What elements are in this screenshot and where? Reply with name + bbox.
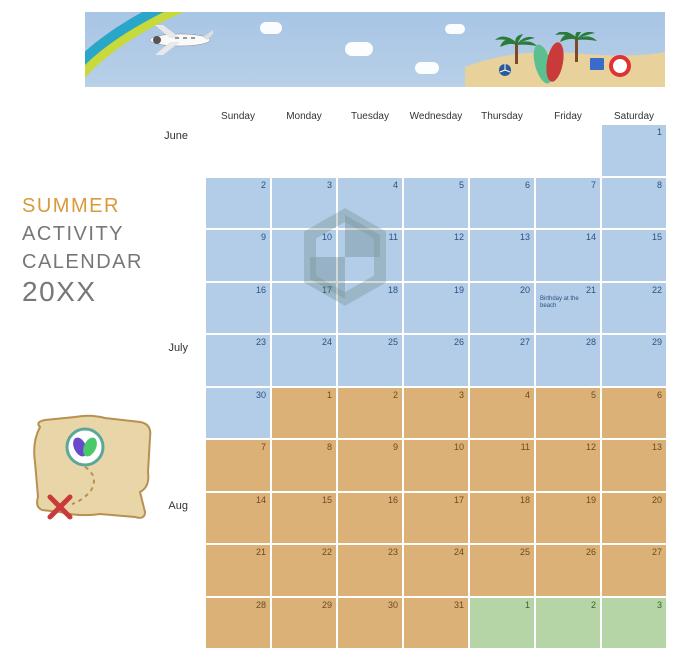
calendar-cell: 29 <box>601 334 667 387</box>
calendar-cell: 6 <box>601 387 667 440</box>
calendar-cell: 3 <box>403 387 469 440</box>
cloud-icon <box>415 62 439 74</box>
calendar-cell: 15 <box>601 229 667 282</box>
calendar-cell: 2 <box>337 387 403 440</box>
calendar-cell: 20 <box>601 492 667 545</box>
calendar-cell <box>271 124 337 177</box>
calendar-cell: 2 <box>535 597 601 649</box>
calendar-row: 9101112131415 <box>205 229 667 282</box>
calendar-cell: 25 <box>469 544 535 597</box>
calendar-cell: 23 <box>337 544 403 597</box>
header-banner <box>85 12 665 87</box>
calendar-cell: 29 <box>271 597 337 649</box>
calendar-cell: 26 <box>403 334 469 387</box>
calendar-cell: 9 <box>205 229 271 282</box>
calendar-row: 14151617181920 <box>205 492 667 545</box>
calendar-cell: 16 <box>337 492 403 545</box>
calendar-cell: 31 <box>403 597 469 649</box>
calendar-cell: 10 <box>403 439 469 492</box>
calendar-cell: 12 <box>403 229 469 282</box>
calendar-cell: 13 <box>601 439 667 492</box>
calendar-cell: 15 <box>271 492 337 545</box>
calendar-cell: 28 <box>205 597 271 649</box>
calendar-cell: 21 <box>205 544 271 597</box>
calendar-cell <box>205 124 271 177</box>
calendar-cell: 4 <box>469 387 535 440</box>
calendar-cell: 22 <box>271 544 337 597</box>
calendar-cell <box>535 124 601 177</box>
calendar-row: 28293031123 <box>205 597 667 649</box>
calendar-cell: 3 <box>601 597 667 649</box>
calendar-row: 1 <box>205 124 667 177</box>
title-line-2: ACTIVITY <box>22 220 187 248</box>
calendar-cell <box>337 124 403 177</box>
calendar-cell: 30 <box>205 387 271 440</box>
calendar-cell: 2 <box>205 177 271 230</box>
airplane-icon <box>145 20 215 60</box>
title-year: 20XX <box>22 278 187 306</box>
calendar-cell: 19 <box>403 282 469 335</box>
calendar-cell: 14 <box>535 229 601 282</box>
beach-scene-icon <box>465 32 665 87</box>
calendar-cell: 28 <box>535 334 601 387</box>
calendar-cell: 30 <box>337 597 403 649</box>
calendar-cell-note: Birthday at the beach <box>540 296 596 310</box>
calendar-cell <box>403 124 469 177</box>
calendar-cell: 17 <box>271 282 337 335</box>
calendar-cell: 16 <box>205 282 271 335</box>
calendar-cell: 27 <box>601 544 667 597</box>
calendar-cell: 17 <box>403 492 469 545</box>
calendar-cell: 11 <box>469 439 535 492</box>
calendar-cell: 1 <box>469 597 535 649</box>
calendar-cell: 20 <box>469 282 535 335</box>
calendar-cell: 18 <box>337 282 403 335</box>
calendar-row: 78910111213 <box>205 439 667 492</box>
calendar-cell: 24 <box>403 544 469 597</box>
treasure-map-icon <box>30 412 160 522</box>
calendar-cell: 5 <box>403 177 469 230</box>
calendar-cell: 27 <box>469 334 535 387</box>
calendar-cell: 10 <box>271 229 337 282</box>
calendar-cell: 23 <box>205 334 271 387</box>
calendar-cell: 24 <box>271 334 337 387</box>
calendar-row: 161718192021Birthday at the beach22 <box>205 282 667 335</box>
calendar-row: 30123456 <box>205 387 667 440</box>
calendar-cell: 6 <box>469 177 535 230</box>
calendar-cell: 22 <box>601 282 667 335</box>
calendar-cell: 9 <box>337 439 403 492</box>
title-line-1: SUMMER <box>22 192 187 220</box>
calendar-title: SUMMER ACTIVITY CALENDAR 20XX <box>22 192 187 306</box>
month-label-june: June <box>148 130 188 142</box>
calendar-row: 2345678 <box>205 177 667 230</box>
calendar-cell: 1 <box>271 387 337 440</box>
calendar-cell: 5 <box>535 387 601 440</box>
calendar-row: 21222324252627 <box>205 544 667 597</box>
calendar-row: 23242526272829 <box>205 334 667 387</box>
calendar-cell: 14 <box>205 492 271 545</box>
calendar-cell: 13 <box>469 229 535 282</box>
calendar-cell: 7 <box>205 439 271 492</box>
calendar-cell: 25 <box>337 334 403 387</box>
calendar-cell <box>469 124 535 177</box>
calendar-cell: 3 <box>271 177 337 230</box>
calendar-cell: 7 <box>535 177 601 230</box>
calendar-grid: 123456789101112131415161718192021Birthda… <box>205 124 667 649</box>
calendar-cell: 11 <box>337 229 403 282</box>
calendar-cell: 8 <box>271 439 337 492</box>
calendar-cell: 26 <box>535 544 601 597</box>
calendar-cell: 21Birthday at the beach <box>535 282 601 335</box>
calendar-cell: 12 <box>535 439 601 492</box>
calendar-cell: 4 <box>337 177 403 230</box>
calendar-cell: 19 <box>535 492 601 545</box>
title-line-3: CALENDAR <box>22 248 187 276</box>
month-label-july: July <box>148 342 188 354</box>
cloud-icon <box>260 22 282 34</box>
calendar-cell: 8 <box>601 177 667 230</box>
cloud-icon <box>445 24 465 34</box>
calendar-cell: 18 <box>469 492 535 545</box>
calendar-cell: 1 <box>601 124 667 177</box>
cloud-icon <box>345 42 373 56</box>
